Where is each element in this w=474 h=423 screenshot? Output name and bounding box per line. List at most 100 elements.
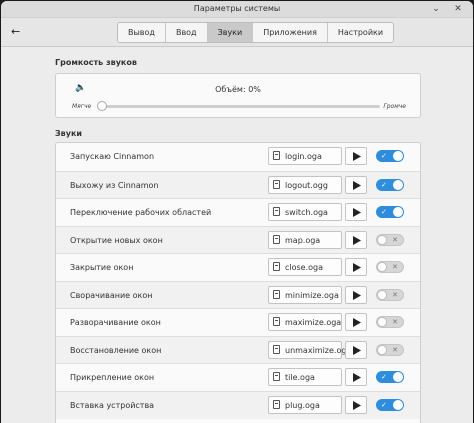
play-icon xyxy=(353,400,361,410)
toggle-knob xyxy=(393,399,403,410)
sound-file-name: plug.oga xyxy=(285,400,320,410)
sound-file-button[interactable]: plug.oga xyxy=(268,395,342,414)
cross-icon: ✕ xyxy=(392,318,398,326)
play-icon xyxy=(353,263,361,272)
sound-file-name: unmaximize.oga xyxy=(285,345,352,355)
sound-file-button[interactable]: logout.ogg xyxy=(268,175,342,194)
check-icon: ✓ xyxy=(381,208,387,216)
back-arrow-icon[interactable]: ← xyxy=(11,25,27,39)
play-button[interactable] xyxy=(345,313,367,331)
volume-slider-handle[interactable] xyxy=(97,101,107,111)
audio-file-icon xyxy=(273,179,280,189)
sound-toggle[interactable]: ✕ xyxy=(376,343,404,356)
sound-row-label: Прикрепление окон xyxy=(70,373,155,382)
play-icon xyxy=(353,373,361,382)
sound-row-label: Закрытие окон xyxy=(70,263,134,272)
sound-row: Вставка устройства plug.oga ✓ xyxy=(56,390,420,419)
volume-slider[interactable] xyxy=(97,101,380,111)
tab-output[interactable]: Вывод xyxy=(118,23,166,42)
sound-toggle[interactable]: ✓ xyxy=(376,398,404,411)
play-button[interactable] xyxy=(345,147,367,165)
sound-toggle[interactable]: ✕ xyxy=(376,261,404,273)
sound-row-label: Вставка устройства xyxy=(70,400,155,410)
sound-row: Разворачивание окон maximize.oga ✕ xyxy=(56,308,420,336)
volume-min-label: Мягче xyxy=(72,103,92,110)
play-icon xyxy=(353,180,361,190)
sound-file-name: minimize.oga xyxy=(285,290,339,300)
toggle-knob xyxy=(377,289,387,300)
volume-card: 🔈 Объём: 0% Мягче Громче xyxy=(55,73,421,118)
sound-file-button[interactable]: login.oga xyxy=(268,147,342,165)
sound-file-name: map.oga xyxy=(285,235,321,245)
play-button[interactable] xyxy=(345,230,367,249)
toggle-knob xyxy=(393,372,403,382)
play-button[interactable] xyxy=(345,258,367,276)
sound-file-name: login.oga xyxy=(285,152,322,161)
sound-row-label: Выхожу из Cinnamon xyxy=(70,180,159,190)
sound-toggle[interactable]: ✓ xyxy=(376,206,404,218)
sound-row-label: Разворачивание окон xyxy=(70,318,161,327)
volume-max-label: Громче xyxy=(383,103,406,110)
play-button[interactable] xyxy=(345,395,367,414)
sound-file-button[interactable]: switch.oga xyxy=(268,203,342,221)
play-button[interactable] xyxy=(345,203,367,221)
play-icon xyxy=(353,152,361,161)
play-button[interactable] xyxy=(345,340,367,359)
sound-row: Закрытие окон close.oga ✕ xyxy=(56,253,420,281)
sound-file-button[interactable]: minimize.oga xyxy=(268,285,342,304)
tab-applications[interactable]: Приложения xyxy=(253,23,328,42)
titlebar: Параметры системы ⌄ ✕ xyxy=(1,1,473,18)
window-title: Параметры системы xyxy=(193,4,281,13)
play-button[interactable] xyxy=(345,368,367,386)
audio-file-icon xyxy=(273,151,280,160)
toggle-knob xyxy=(377,262,387,272)
volume-label: Объём: 0% xyxy=(215,85,261,94)
sound-row-label: Сворачивание окон xyxy=(70,290,153,300)
toggle-knob xyxy=(377,344,387,355)
sound-row-label: Открытие новых окон xyxy=(70,235,163,245)
audio-file-icon xyxy=(273,372,280,381)
audio-file-icon xyxy=(273,289,280,299)
cross-icon: ✕ xyxy=(392,345,398,354)
play-icon xyxy=(353,235,361,245)
sound-file-name: close.oga xyxy=(285,263,324,272)
sound-file-button[interactable]: unmaximize.oga xyxy=(268,340,351,359)
sound-toggle[interactable]: ✓ xyxy=(376,371,404,383)
sound-file-button[interactable]: map.oga xyxy=(268,230,342,249)
tab-bar: Вывод Ввод Звуки Приложения Настройки xyxy=(117,22,395,43)
play-button[interactable] xyxy=(345,285,367,304)
play-icon xyxy=(353,208,361,217)
sound-toggle[interactable]: ✓ xyxy=(376,178,404,191)
tab-sounds[interactable]: Звуки xyxy=(207,23,254,42)
main-content: Громкость звуков 🔈 Объём: 0% Мягче Громч… xyxy=(1,47,473,423)
toggle-knob xyxy=(377,317,387,327)
sound-file-name: switch.oga xyxy=(285,208,328,217)
sound-toggle[interactable]: ✕ xyxy=(376,288,404,301)
sound-file-button[interactable]: close.oga xyxy=(268,258,342,276)
sound-row: Выхожу из Cinnamon logout.ogg ✓ xyxy=(56,170,420,199)
tab-input[interactable]: Ввод xyxy=(165,23,208,42)
sound-file-button[interactable]: tile.oga xyxy=(268,368,342,386)
sound-file-name: logout.ogg xyxy=(285,180,328,190)
minimize-window-icon[interactable]: ⌄ xyxy=(431,4,441,14)
play-icon xyxy=(353,290,361,300)
check-icon: ✓ xyxy=(381,373,387,381)
audio-file-icon xyxy=(273,344,280,354)
play-button[interactable] xyxy=(345,175,367,194)
audio-file-icon xyxy=(273,234,280,244)
tab-settings[interactable]: Настройки xyxy=(327,23,394,42)
toggle-knob xyxy=(393,179,403,190)
cross-icon: ✕ xyxy=(392,235,398,244)
sound-toggle[interactable]: ✕ xyxy=(376,233,404,246)
sound-file-name: tile.oga xyxy=(285,373,315,382)
close-window-icon[interactable]: ✕ xyxy=(453,4,463,14)
sound-toggle[interactable]: ✕ xyxy=(376,316,404,328)
audio-file-icon xyxy=(273,399,280,409)
sound-file-button[interactable]: maximize.oga xyxy=(268,313,342,331)
settings-window: Параметры системы ⌄ ✕ ← Вывод Ввод Звуки… xyxy=(1,1,473,423)
toggle-knob xyxy=(377,234,387,245)
play-icon xyxy=(353,345,361,355)
sound-file-name: maximize.oga xyxy=(285,318,342,327)
sound-toggle[interactable]: ✓ xyxy=(376,150,404,162)
sound-row: Запускаю Cinnamon login.oga ✓ xyxy=(56,143,420,170)
